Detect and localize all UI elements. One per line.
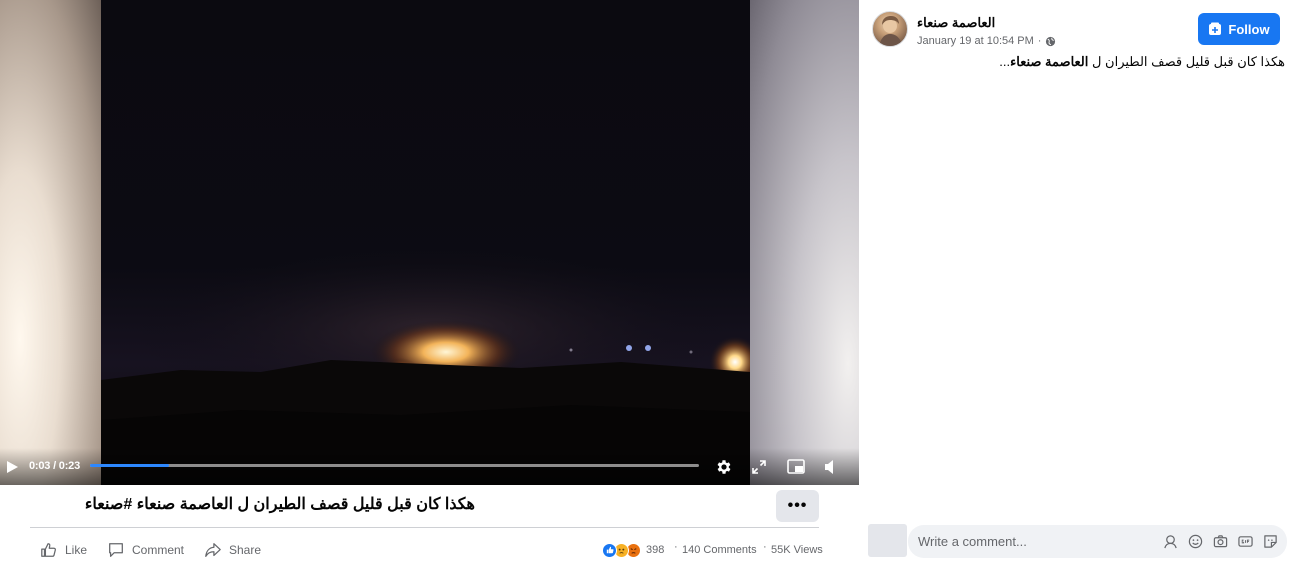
post-timestamp[interactable]: January 19 at 10:54 PM <box>917 35 1034 47</box>
sticker-button[interactable] <box>1262 533 1278 549</box>
video-controls-bar: 0:03 / 0:23 <box>0 448 859 485</box>
settings-button[interactable] <box>712 455 736 479</box>
share-arrow-icon <box>205 543 221 557</box>
like-button[interactable]: Like <box>40 540 87 560</box>
page-name-link[interactable]: العاصمة صنعاء <box>917 15 995 31</box>
speaker-icon <box>825 460 833 474</box>
play-button[interactable] <box>2 457 22 477</box>
camera-icon <box>1213 534 1227 547</box>
gear-icon <box>717 460 731 474</box>
video-player[interactable]: 0:03 / 0:23 <box>0 0 859 485</box>
gif-icon <box>1237 535 1253 547</box>
commenter-avatar <box>868 524 907 557</box>
comment-button[interactable]: Comment <box>107 540 184 560</box>
gif-button[interactable] <box>1237 533 1253 549</box>
camera-button[interactable] <box>1212 533 1228 549</box>
reaction-count: 398 <box>646 544 665 556</box>
seek-bar[interactable] <box>90 464 699 467</box>
video-time: 0:03 / 0:23 <box>29 460 81 472</box>
avatar-image <box>879 16 903 46</box>
avatar-sticker-icon <box>1163 534 1177 548</box>
stats-separator: · <box>763 541 767 553</box>
page-avatar[interactable] <box>872 11 908 47</box>
like-reaction-icon <box>602 542 617 558</box>
smiley-icon <box>1188 534 1202 548</box>
share-button[interactable]: Share <box>204 540 261 560</box>
views-count: 55K Views <box>771 544 823 556</box>
share-label: Share <box>229 543 262 557</box>
video-frame[interactable] <box>101 0 750 485</box>
follow-button[interactable]: Follow <box>1198 13 1280 45</box>
emoji-button[interactable] <box>1187 533 1203 549</box>
picture-in-picture-icon <box>787 459 805 474</box>
volume-button[interactable] <box>820 456 842 478</box>
more-options-button[interactable]: ••• <box>776 490 819 522</box>
avatar-sticker-button[interactable] <box>1162 533 1178 549</box>
sticker-icon <box>1263 534 1277 548</box>
video-blur-right <box>750 0 859 485</box>
expand-icon <box>752 460 766 474</box>
speech-bubble-icon <box>109 543 123 557</box>
comment-label: Comment <box>132 543 185 557</box>
comments-count[interactable]: 140 Comments <box>682 541 757 559</box>
video-blur-left <box>0 0 101 485</box>
seek-bar-progress <box>90 464 170 467</box>
facebook-video-post-viewer: 0:03 / 0:23 هكذا كان قبل قليل قصف الطيرا… <box>0 0 1292 571</box>
meta-separator: · <box>1037 35 1042 47</box>
follow-label: Follow <box>1228 21 1270 37</box>
video-caption-container: هكذا كان قبل قليل قصف الطيران ل العاصمة … <box>30 494 475 518</box>
fullscreen-button[interactable] <box>748 456 770 478</box>
thumbs-up-icon <box>41 543 56 557</box>
night-scene-image <box>101 240 750 485</box>
picture-in-picture-button[interactable] <box>785 456 807 478</box>
post-text-ellipsis: ... <box>999 54 1011 69</box>
stats-separator: · <box>674 541 678 553</box>
video-caption: هكذا كان قبل قليل قصف الطيران ل العاصمة … <box>84 496 475 513</box>
comment-input[interactable]: Write a comment... <box>908 525 1287 558</box>
reactions-summary[interactable]: 398 <box>602 541 664 559</box>
post-text-prefix: هكذا كان قبل قليل قصف الطيران ل <box>1092 54 1285 69</box>
post-meta: January 19 at 10:54 PM · <box>917 35 1056 47</box>
comment-placeholder: Write a comment... <box>918 534 1027 549</box>
post-description: هكذا كان قبل قليل قصف الطيران ل العاصمة … <box>885 54 1285 70</box>
more-options-icon: ••• <box>787 497 808 514</box>
play-icon <box>7 461 18 473</box>
globe-icon <box>1046 36 1056 46</box>
like-label: Like <box>65 543 88 557</box>
follow-page-icon <box>1209 22 1222 35</box>
post-text-bold[interactable]: العاصمة صنعاء <box>1010 54 1088 69</box>
divider <box>30 527 819 528</box>
